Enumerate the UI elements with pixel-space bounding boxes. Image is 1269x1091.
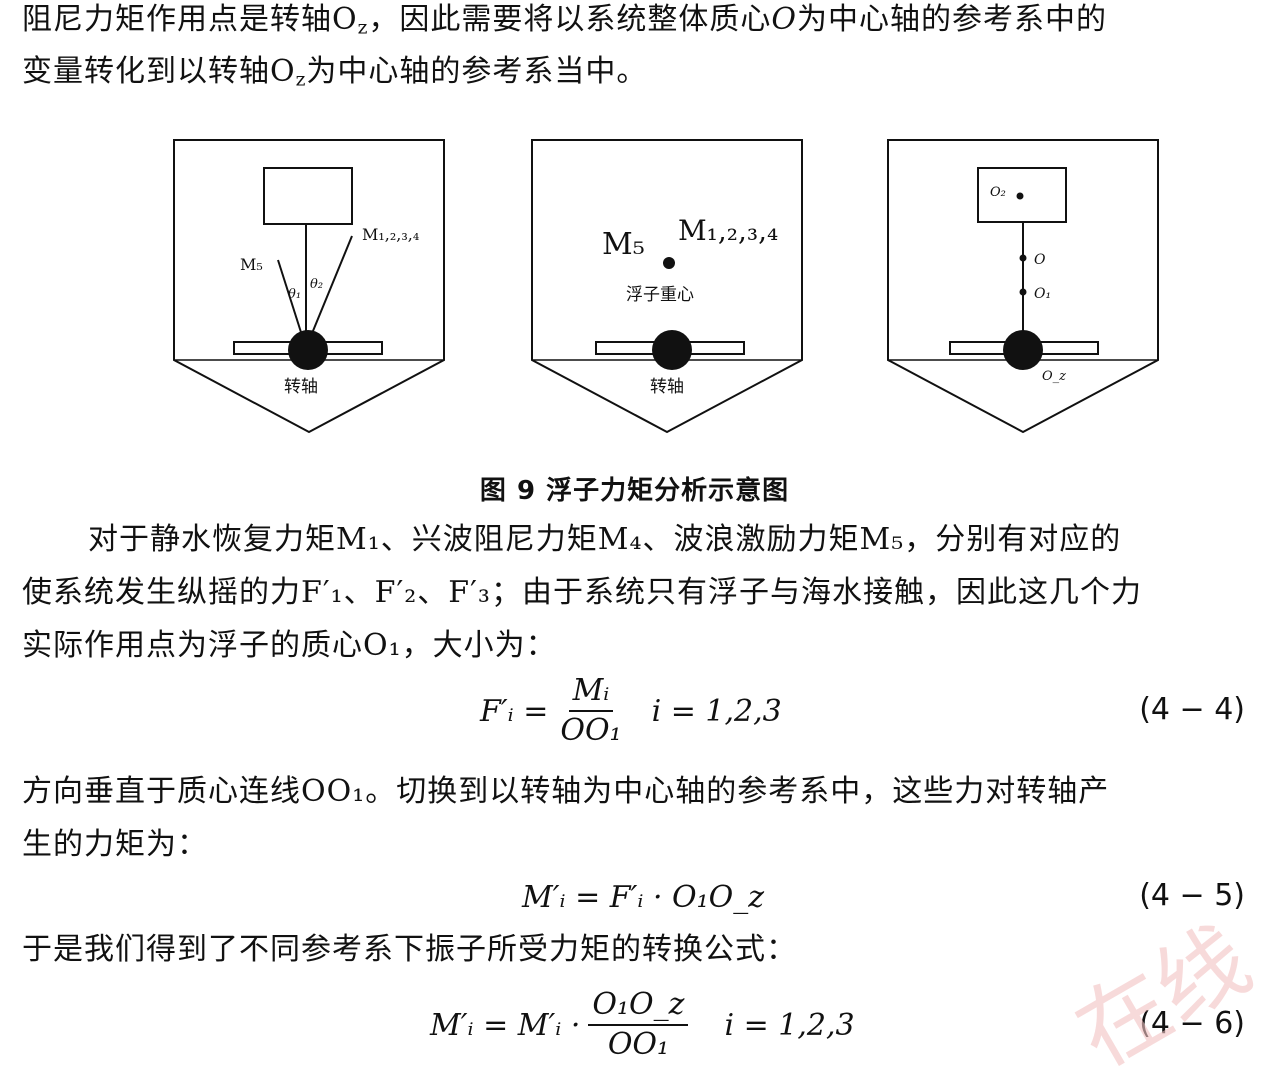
panel1-m1234-label: M₁,₂,₃,₄ <box>362 225 419 244</box>
eq44-condition: i = 1,2,3 <box>651 693 782 729</box>
para3-line2: 生的力矩为： <box>22 827 208 862</box>
panel3-pivot <box>1003 330 1043 370</box>
eq46-lhs: M′ᵢ = M′ᵢ · <box>430 1007 581 1043</box>
eq44-number: (4 − 4) <box>1139 692 1245 727</box>
panel1-box <box>263 167 353 225</box>
panel2-axis-label: 转轴 <box>650 377 684 397</box>
panel3-o-label: O <box>1034 252 1046 268</box>
panel2-pivot <box>652 330 692 370</box>
eq46-fraction: O₁O_z OO₁ <box>588 988 689 1062</box>
eq46-denominator: OO₁ <box>607 1027 670 1062</box>
eq45-number: (4 − 5) <box>1139 878 1245 913</box>
para2-line2: 使系统发生纵摇的力F′₁、F′₂、F′₃；由于系统只有浮子与海水接触，因此这几个… <box>22 575 1142 610</box>
para4-line1: 于是我们得到了不同参考系下振子所受力矩的转换公式： <box>22 932 797 967</box>
panel1-theta1: θ₁ <box>288 287 301 302</box>
para1-line1: 阻尼力矩作用点是转轴Oz，因此需要将以系统整体质心O为中心轴的参考系中的 <box>22 2 1108 39</box>
para3-line1: 方向垂直于质心连线OO₁。切换到以转轴为中心轴的参考系中，这些力对转轴产 <box>22 774 1110 809</box>
panel1-pivot <box>288 330 328 370</box>
eq44-fraction: Mᵢ OO₁ <box>556 674 625 748</box>
para2-line3: 实际作用点为浮子的质心O₁，大小为： <box>22 628 557 663</box>
panel2-m5-label: M₅ <box>602 227 645 262</box>
eq44-numerator: Mᵢ <box>568 674 614 712</box>
eq45-expr: M′ᵢ = F′ᵢ · O₁O_z <box>522 879 765 915</box>
equation-4-6: M′ᵢ = M′ᵢ · O₁O_z OO₁ i = 1,2,3 (4 − 6) <box>0 988 1269 1062</box>
panel1-theta2: θ₂ <box>310 277 323 292</box>
eq44-denominator: OO₁ <box>560 713 622 748</box>
equation-4-4: F′ᵢ = Mᵢ OO₁ i = 1,2,3 (4 − 4) <box>0 674 1269 748</box>
eq46-numerator: O₁O_z <box>588 988 689 1026</box>
para2-line1: 对于静水恢复力矩M₁、兴波阻尼力矩M₄、波浪激励力矩M₅，分别有对应的 <box>88 522 1122 557</box>
para1-line2: 变量转化到以转轴Oz为中心轴的参考系当中。 <box>22 54 648 91</box>
panel3-o2-label: O₂ <box>990 185 1006 200</box>
eq46-number: (4 − 6) <box>1139 1006 1245 1041</box>
panel2-center-label: 浮子重心 <box>626 285 694 305</box>
figure-caption: 图 9 浮子力矩分析示意图 <box>479 476 790 506</box>
panel2-centroid <box>663 257 675 269</box>
eq44-lhs: F′ᵢ = <box>480 693 549 729</box>
panel2-m1234-label: M₁,₂,₃,₄ <box>678 214 778 247</box>
panel3-o1-label: O₁ <box>1034 286 1051 302</box>
float-torque-figure: M₅ M₁,₂,₃,₄ θ₁ θ₂ 转轴 M₅ M₁,₂,₃,₄ 浮子重心 转轴… <box>173 139 1159 434</box>
panel3-oz-label: O_z <box>1042 369 1066 384</box>
eq46-condition: i = 1,2,3 <box>724 1007 855 1043</box>
panel1-m5-label: M₅ <box>240 255 263 274</box>
equation-4-5: M′ᵢ = F′ᵢ · O₁O_z (4 − 5) <box>0 862 1269 932</box>
panel1-axis-label: 转轴 <box>284 377 318 397</box>
